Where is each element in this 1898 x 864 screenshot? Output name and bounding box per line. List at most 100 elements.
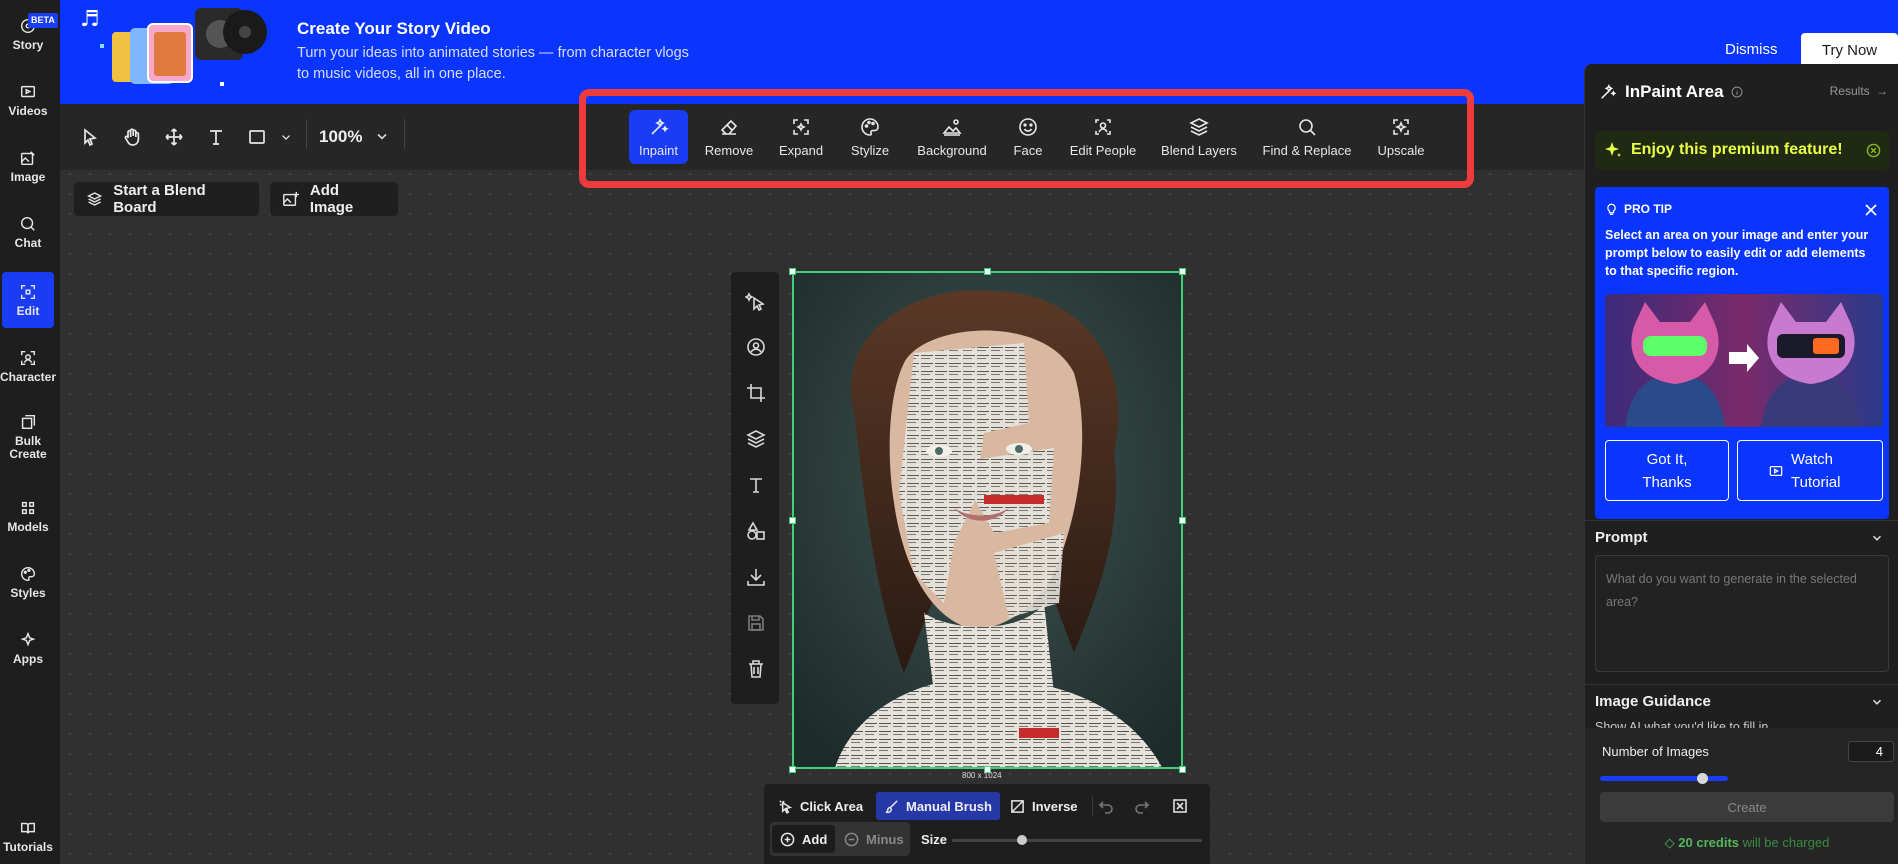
inverse-button[interactable]: Inverse (1002, 792, 1086, 820)
try-now-button[interactable]: Try Now (1801, 33, 1898, 67)
redo-icon[interactable] (1134, 798, 1150, 814)
tool-edit-people[interactable]: Edit People (1065, 110, 1141, 164)
tool-label: Remove (704, 143, 754, 158)
nav-models[interactable]: Models (0, 488, 56, 544)
nav-bulk-create[interactable]: Bulk Create (0, 404, 56, 470)
tool-face[interactable]: Face (1007, 110, 1049, 164)
nav-label: Apps (13, 651, 43, 666)
layers-button[interactable] (745, 428, 767, 450)
prompt-placeholder: What do you want to generate in the sele… (1606, 572, 1857, 609)
shape-tool[interactable] (245, 125, 269, 149)
num-images-input[interactable]: 4 (1848, 741, 1894, 762)
resize-handle[interactable] (789, 268, 796, 275)
close-icon[interactable] (1863, 202, 1879, 218)
tool-blend-layers[interactable]: Blend Layers (1158, 110, 1240, 164)
divider (1585, 520, 1898, 521)
tool-background[interactable]: Background (912, 110, 992, 164)
svg-text:♬: ♬ (80, 7, 100, 32)
dismiss-button[interactable]: Dismiss (1725, 41, 1778, 58)
nav-tutorials[interactable]: Tutorials (0, 808, 56, 864)
resize-handle[interactable] (789, 766, 796, 773)
add-mode-button[interactable]: Add (772, 825, 836, 853)
nav-label: Character (0, 369, 57, 384)
resize-handle[interactable] (1179, 517, 1186, 524)
move-tool[interactable] (162, 125, 186, 149)
watch-tutorial-button[interactable]: Watch Tutorial (1737, 440, 1883, 501)
brush-size-slider[interactable] (952, 839, 1202, 842)
chevron-down-icon[interactable] (1870, 531, 1884, 545)
pro-tip-heading: PRO TIP (1605, 202, 1672, 216)
nav-character[interactable]: Character (0, 338, 56, 394)
prompt-textarea[interactable]: What do you want to generate in the sele… (1595, 555, 1889, 672)
chevron-down-icon[interactable] (374, 128, 390, 144)
book-icon (20, 822, 36, 833)
resize-handle[interactable] (789, 517, 796, 524)
nav-label: Chat (14, 235, 42, 250)
nav-edit[interactable]: Edit (2, 272, 54, 328)
tool-label: Upscale (1377, 143, 1425, 158)
resize-handle[interactable] (1179, 766, 1186, 773)
undo-icon[interactable] (1098, 798, 1114, 814)
tool-label: Find & Replace (1262, 143, 1352, 158)
hand-tool[interactable] (120, 125, 144, 149)
create-button[interactable]: Create (1600, 792, 1894, 822)
nav-videos[interactable]: Videos (0, 72, 56, 128)
bulk-create-icon (21, 414, 36, 430)
minus-mode-button[interactable]: Minus (836, 825, 912, 853)
nav-apps[interactable]: Apps (0, 620, 56, 676)
tool-remove[interactable]: Remove (698, 110, 760, 164)
chevron-down-icon[interactable] (1870, 695, 1884, 709)
button-label: Add (802, 831, 828, 847)
start-blend-board-button[interactable]: Start a Blend Board (74, 182, 259, 216)
nav-chat[interactable]: Chat (0, 204, 56, 260)
text-icon (210, 130, 222, 145)
clear-selection-icon[interactable] (1172, 798, 1188, 814)
delete-button[interactable] (745, 658, 767, 680)
palette-icon (20, 566, 36, 581)
face-select-button[interactable] (745, 336, 767, 358)
inverse-icon (1011, 799, 1024, 813)
results-label: Results (1829, 84, 1870, 98)
save-button[interactable] (745, 612, 767, 634)
add-text-button[interactable] (745, 474, 767, 496)
tool-upscale[interactable]: Upscale (1373, 110, 1429, 164)
nav-styles[interactable]: Styles (0, 554, 56, 610)
text-tool[interactable] (204, 125, 228, 149)
selected-image[interactable] (792, 271, 1183, 769)
got-it-button[interactable]: Got It, Thanks (1605, 440, 1729, 501)
resize-handle[interactable] (984, 268, 991, 275)
close-circle-icon[interactable] (1866, 143, 1881, 158)
results-link[interactable]: Results → (1830, 84, 1888, 98)
crop-button[interactable] (745, 382, 767, 404)
magic-select-button[interactable] (744, 290, 767, 312)
tool-inpaint[interactable]: Inpaint (629, 110, 688, 164)
resize-handle[interactable] (1179, 268, 1186, 275)
layers-icon (746, 430, 766, 448)
user-circle-icon (747, 338, 765, 356)
tool-expand[interactable]: Expand (771, 110, 831, 164)
nav-story[interactable]: BETA Story (0, 6, 58, 62)
premium-banner: Enjoy this premium feature! (1595, 131, 1889, 169)
magic-cursor-icon (744, 292, 765, 312)
shapes-button[interactable] (745, 520, 767, 542)
click-area-button[interactable]: Click Area (770, 792, 871, 820)
before-after-cats-image (1605, 294, 1883, 427)
zoom-level[interactable]: 100% (319, 127, 362, 147)
manual-brush-button[interactable]: Manual Brush (876, 792, 1000, 820)
credits-suffix: will be charged (1739, 835, 1830, 850)
divider (1092, 796, 1093, 816)
shape-dropdown[interactable] (278, 125, 294, 149)
brush-size-thumb[interactable] (1017, 835, 1027, 845)
num-images-slider[interactable] (1600, 773, 1728, 784)
add-image-button[interactable]: Add Image (270, 182, 398, 216)
select-tool[interactable] (78, 125, 102, 149)
info-icon[interactable] (1730, 85, 1744, 99)
tool-find-replace[interactable]: Find & Replace (1260, 110, 1354, 164)
character-icon (20, 350, 36, 365)
lightbulb-icon (1607, 203, 1616, 215)
tool-stylize[interactable]: Stylize (846, 110, 894, 164)
tool-label: Stylize (850, 143, 890, 158)
nav-image[interactable]: Image (0, 138, 56, 194)
download-button[interactable] (745, 566, 767, 588)
credits-amount: 20 credits (1678, 835, 1739, 850)
